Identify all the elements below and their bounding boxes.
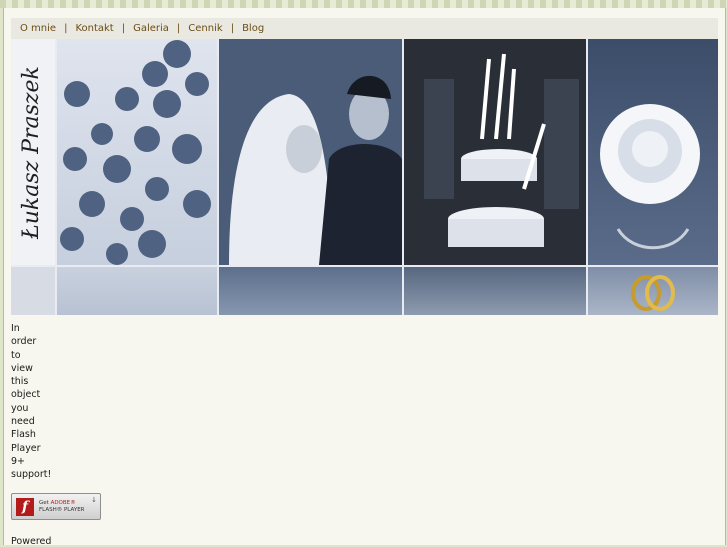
strip-panel	[57, 267, 217, 315]
signature-panel: Łukasz Praszek	[11, 39, 55, 265]
flash-button-text: Get ADOBE® FLASH® PLAYER	[39, 500, 85, 514]
header-banner: Łukasz Praszek	[11, 39, 718, 315]
notice-line: to	[11, 349, 21, 361]
nav-separator: |	[230, 23, 235, 34]
nav-separator: |	[121, 23, 126, 34]
flash-button-get: Get	[39, 499, 51, 506]
cake-image	[404, 39, 586, 265]
strip-panel	[219, 267, 402, 315]
flash-logo-icon: f	[16, 497, 34, 516]
notice-line: In	[11, 323, 20, 334]
notice-line: object	[11, 389, 41, 401]
flash-button-brand: ADOBE®	[50, 499, 76, 506]
notice-line: Player	[11, 442, 41, 454]
balloons-image	[57, 39, 217, 265]
strip-panel	[404, 267, 586, 315]
notice-line: 9+	[11, 455, 26, 467]
notice-line: this	[11, 376, 29, 388]
page-container: O mnie | Kontakt | Galeria | Cennik | Bl…	[3, 8, 726, 547]
nav-separator: |	[64, 23, 68, 34]
notice-line: support!	[11, 469, 52, 481]
nav-link-kontakt[interactable]: Kontakt	[75, 23, 113, 34]
balloons-illustration	[60, 40, 211, 265]
notice-line: need	[11, 416, 35, 428]
get-flash-player-button[interactable]: f Get ADOBE® FLASH® PLAYER ↓	[11, 493, 101, 520]
couple-image	[219, 39, 402, 265]
signature-text: Łukasz Praszek	[19, 66, 44, 239]
notice-line: you	[11, 402, 29, 414]
rose-illustration	[600, 104, 700, 250]
strip-panel	[11, 267, 55, 315]
notice-line: Flash	[11, 429, 36, 441]
rose-image	[588, 39, 718, 265]
flash-button-product: FLASH® PLAYER	[39, 506, 85, 513]
rings-panel	[588, 267, 718, 315]
nav-link-o-mnie[interactable]: O mnie	[20, 23, 56, 34]
top-nav: O mnie | Kontakt | Galeria | Cennik | Bl…	[11, 18, 718, 39]
nav-link-galeria[interactable]: Galeria	[133, 23, 169, 34]
couple-illustration	[229, 75, 402, 265]
powered-by-text: Powered	[11, 536, 52, 547]
flash-notice: In order to view this object you need Fl…	[11, 322, 71, 482]
cake-illustration	[404, 39, 586, 265]
top-pattern	[0, 0, 727, 8]
nav-link-cennik[interactable]: Cennik	[188, 23, 222, 34]
nav-separator: |	[176, 23, 181, 34]
notice-line: view	[11, 362, 33, 374]
nav-link-blog[interactable]: Blog	[242, 23, 264, 34]
notice-line: order	[11, 336, 37, 348]
rings-icon	[631, 275, 675, 311]
download-arrow-icon: ↓	[91, 496, 97, 504]
